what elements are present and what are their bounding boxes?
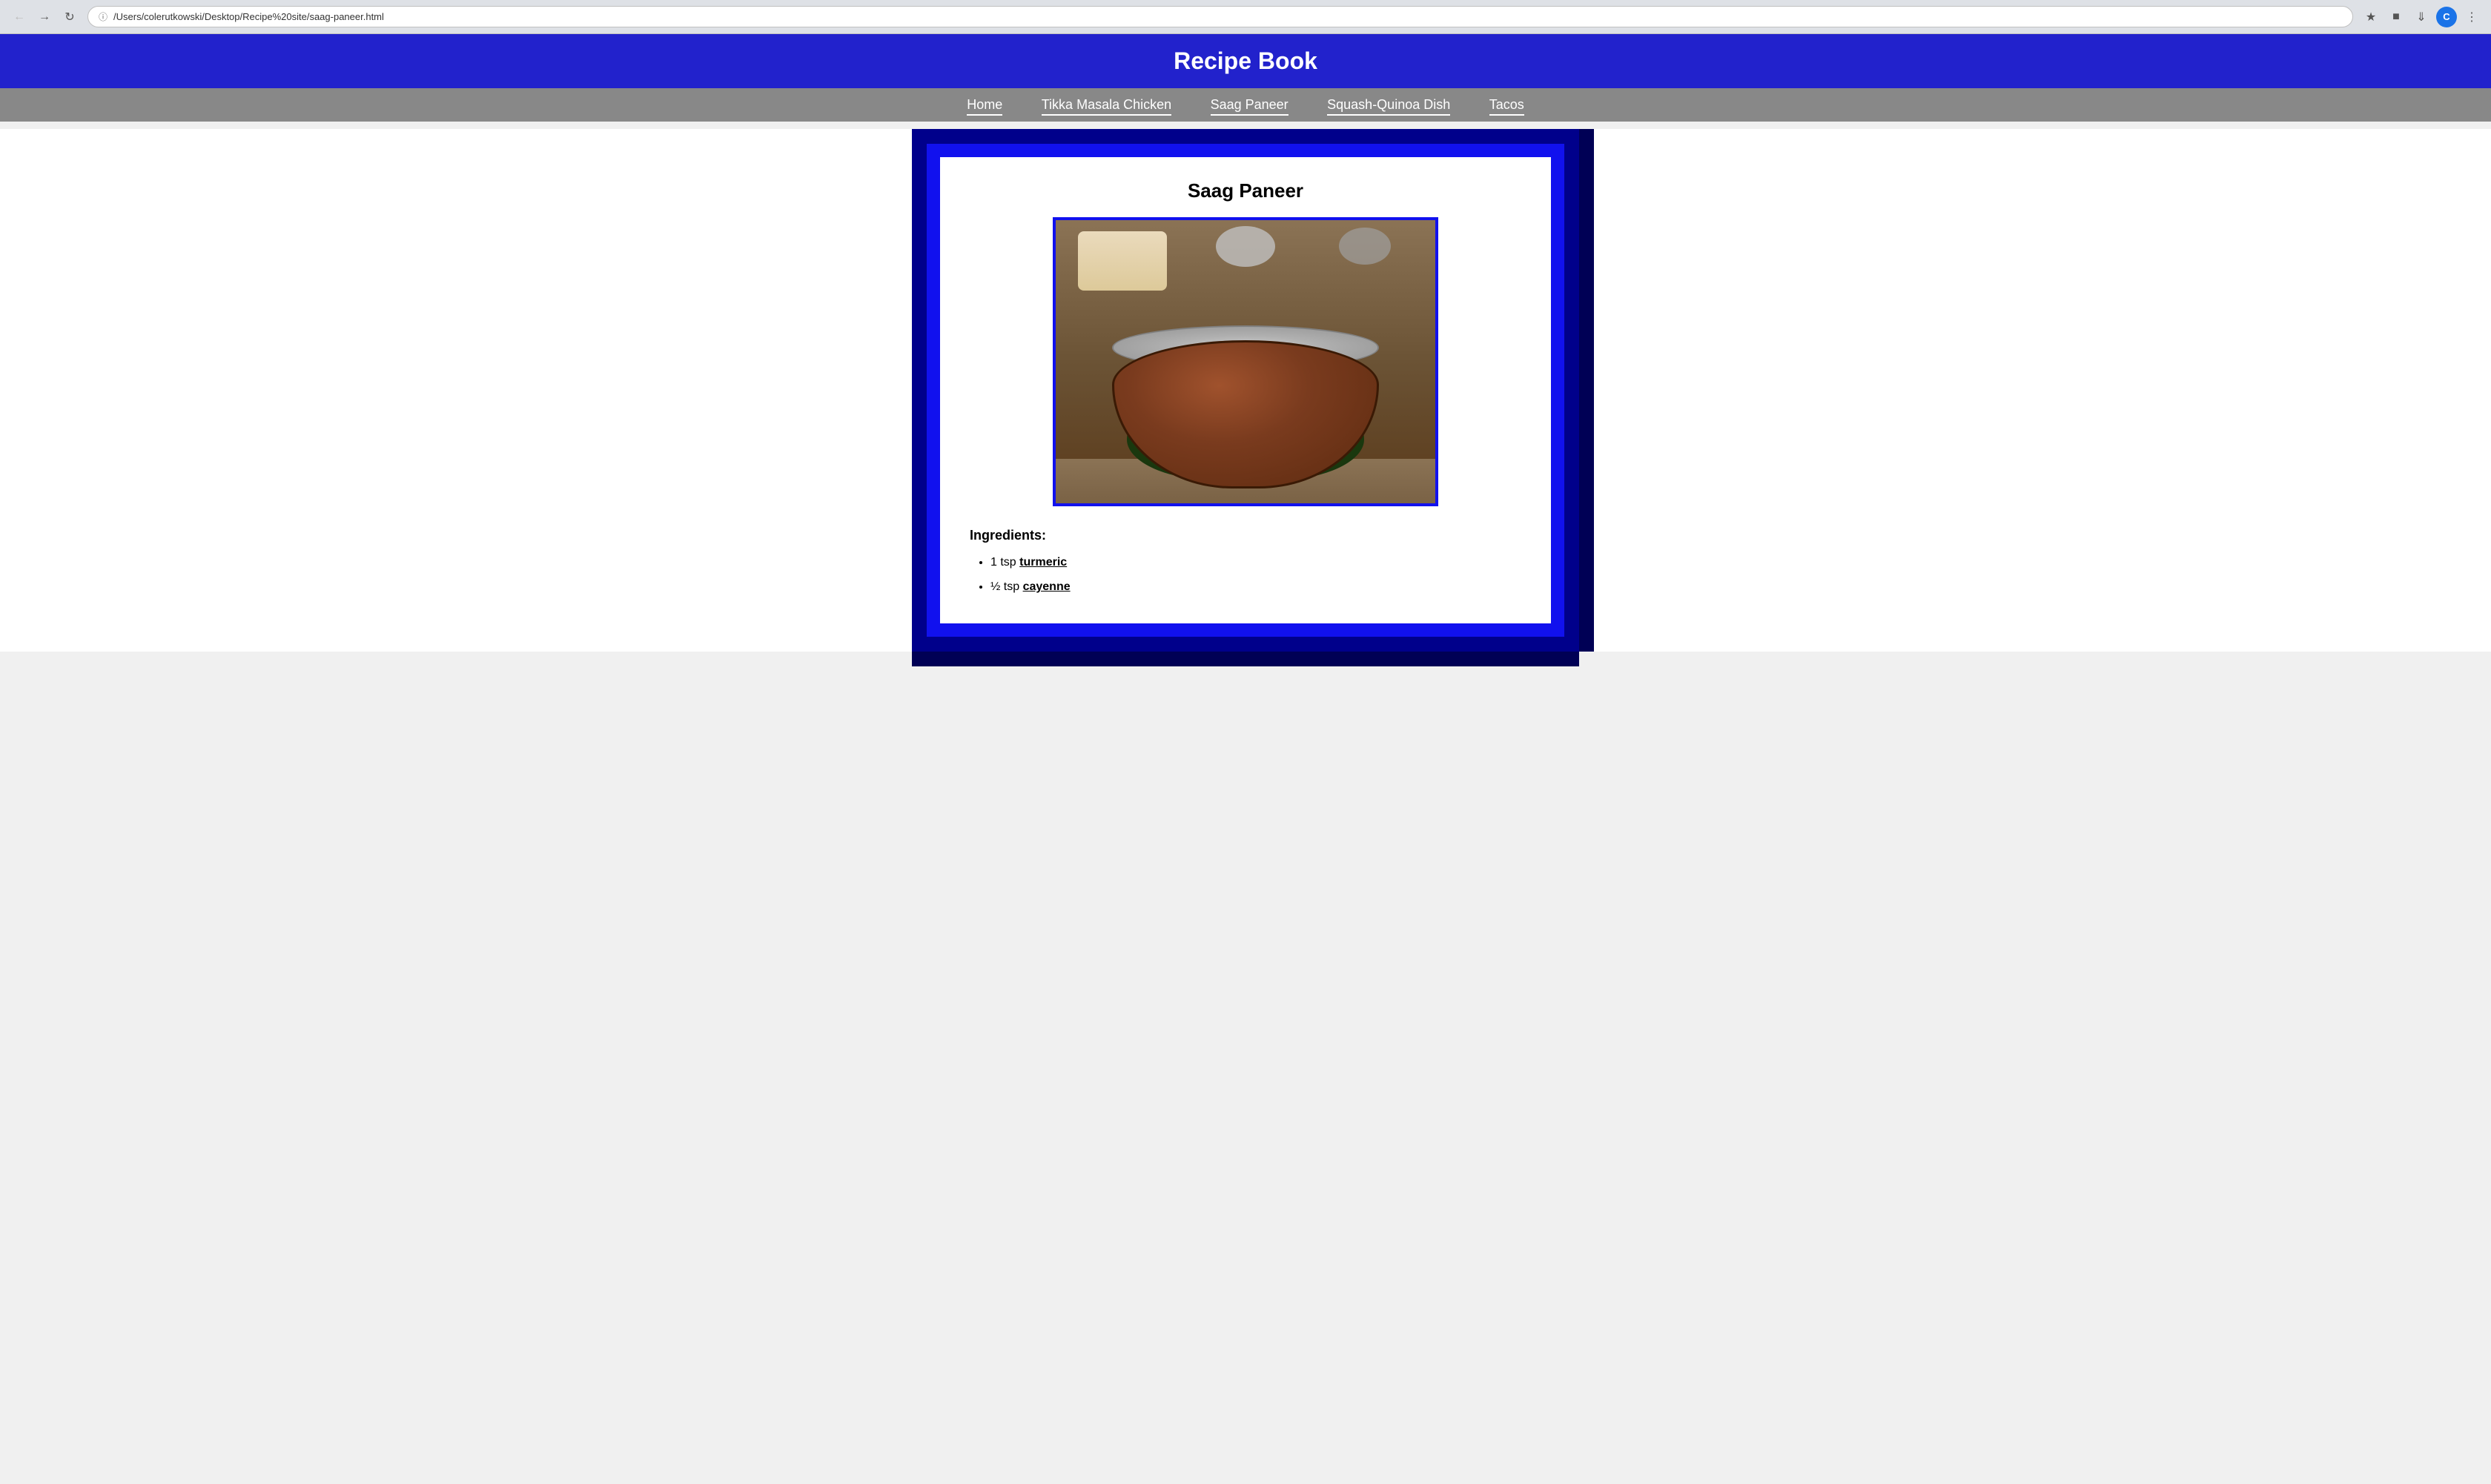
nav-tacos[interactable]: Tacos xyxy=(1489,97,1524,116)
outer-frame: Saag Paneer xyxy=(912,129,1579,652)
ingredient-cayenne-text: ½ tsp xyxy=(990,580,1023,593)
ingredients-list: 1 tsp turmeric ½ tsp cayenne xyxy=(970,552,1521,598)
page-header: Recipe Book xyxy=(0,34,2491,88)
ingredient-turmeric: 1 tsp turmeric xyxy=(990,552,1521,574)
bg-bowl-center xyxy=(1216,226,1275,267)
nav-home[interactable]: Home xyxy=(967,97,1002,116)
nav-squash[interactable]: Squash-Quinoa Dish xyxy=(1327,97,1450,116)
nav-buttons: ← → ↻ xyxy=(9,7,80,27)
forward-button[interactable]: → xyxy=(34,7,55,27)
recipe-title: Saag Paneer xyxy=(970,179,1521,202)
reload-button[interactable]: ↻ xyxy=(59,7,80,27)
turmeric-link[interactable]: turmeric xyxy=(1019,556,1067,569)
star-button[interactable]: ★ xyxy=(2361,7,2381,27)
nav-tikka[interactable]: Tikka Masala Chicken xyxy=(1042,97,1171,116)
extensions-button[interactable]: ■ xyxy=(2386,7,2406,27)
ingredients-section: Ingredients: 1 tsp turmeric ½ tsp cayenn… xyxy=(970,528,1521,598)
inner-frame: Saag Paneer xyxy=(927,144,1564,637)
toolbar-right: ★ ■ ⇓ C ⋮ xyxy=(2361,7,2482,27)
nav-saag[interactable]: Saag Paneer xyxy=(1211,97,1288,116)
main-bowl xyxy=(1105,281,1386,488)
menu-button[interactable]: ⋮ xyxy=(2461,7,2482,27)
main-nav: Home Tikka Masala Chicken Saag Paneer Sq… xyxy=(0,88,2491,122)
recipe-card: Saag Paneer xyxy=(940,157,1551,623)
download-button[interactable]: ⇓ xyxy=(2411,7,2432,27)
back-button[interactable]: ← xyxy=(9,7,30,27)
ingredients-heading: Ingredients: xyxy=(970,528,1521,543)
browser-chrome: ← → ↻ ⓘ /Users/colerutkowski/Desktop/Rec… xyxy=(0,0,2491,34)
info-icon: ⓘ xyxy=(99,10,107,23)
cayenne-link[interactable]: cayenne xyxy=(1023,580,1071,593)
site-title: Recipe Book xyxy=(13,47,2478,75)
bg-bowl-right xyxy=(1339,228,1391,265)
address-text: /Users/colerutkowski/Desktop/Recipe%20si… xyxy=(113,11,384,22)
ingredient-cayenne: ½ tsp cayenne xyxy=(990,577,1521,598)
food-illustration xyxy=(1056,220,1435,503)
address-bar[interactable]: ⓘ /Users/colerutkowski/Desktop/Recipe%20… xyxy=(87,6,2353,27)
recipe-image-container xyxy=(970,217,1521,510)
ingredient-turmeric-text: 1 tsp xyxy=(990,556,1019,569)
avatar-button[interactable]: C xyxy=(2436,7,2457,27)
recipe-image xyxy=(1053,217,1438,506)
main-content: Saag Paneer xyxy=(0,129,2491,652)
